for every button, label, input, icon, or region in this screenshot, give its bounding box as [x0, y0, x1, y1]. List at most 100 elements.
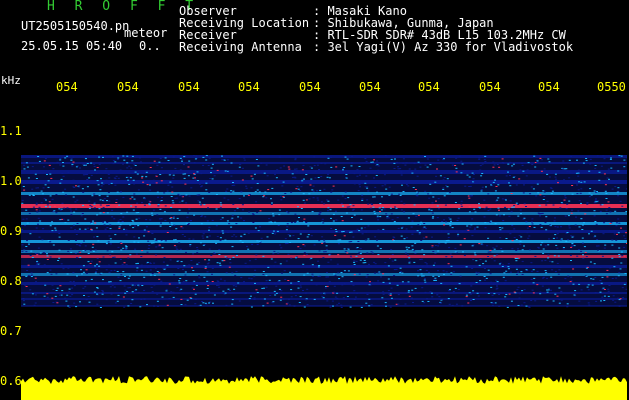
noise-speck [507, 231, 510, 233]
noise-speck [449, 225, 452, 227]
noise-speck [179, 289, 182, 291]
noise-speck [557, 273, 560, 275]
noise-speck [516, 273, 518, 275]
noise-speck [570, 235, 573, 237]
noise-speck [291, 173, 294, 175]
noise-speck [181, 160, 183, 162]
noise-speck [498, 166, 501, 168]
noise-speck [257, 230, 260, 232]
noise-speck [71, 287, 74, 289]
noise-speck [577, 175, 580, 177]
noise-speck [438, 243, 441, 245]
noise-speck [347, 197, 350, 199]
noise-speck [457, 217, 460, 219]
noise-speck [345, 177, 348, 179]
noise-speck [104, 221, 106, 223]
noise-speck [102, 207, 105, 209]
noise-speck [30, 250, 33, 252]
noise-speck [54, 229, 57, 231]
noise-speck [94, 272, 97, 274]
noise-speck [329, 209, 332, 211]
noise-speck [564, 278, 567, 280]
noise-speck [21, 202, 24, 204]
noise-speck [321, 218, 324, 220]
noise-speck [358, 184, 361, 186]
noise-speck [384, 155, 387, 157]
noise-speck [381, 297, 384, 299]
noise-speck [37, 247, 40, 249]
noise-speck [501, 158, 504, 160]
noise-speck [542, 252, 545, 254]
noise-speck [66, 273, 69, 275]
noise-speck [222, 232, 225, 234]
noise-speck [159, 157, 162, 159]
noise-speck [384, 302, 387, 304]
noise-speck [525, 269, 528, 271]
noise-speck [551, 261, 554, 263]
noise-speck [184, 304, 187, 306]
noise-speck [27, 264, 30, 266]
noise-speck [68, 291, 71, 293]
noise-speck [460, 203, 463, 205]
noise-speck [609, 158, 612, 160]
noise-speck [117, 294, 120, 296]
noise-speck [448, 247, 451, 249]
noise-speck [274, 261, 277, 263]
noise-speck [156, 300, 159, 302]
noise-speck [125, 234, 128, 236]
noise-speck [192, 181, 195, 183]
noise-speck [316, 197, 319, 199]
noise-speck [616, 233, 618, 235]
noise-speck [479, 259, 482, 260]
noise-speck [581, 237, 584, 239]
noise-speck [133, 198, 136, 200]
noise-speck [547, 257, 550, 259]
noise-speck [526, 227, 529, 229]
noise-speck [230, 162, 233, 164]
noise-speck [531, 163, 534, 165]
noise-speck [147, 231, 150, 233]
noise-speck [380, 276, 382, 278]
noise-speck [149, 189, 152, 191]
noise-speck [480, 175, 483, 177]
noise-speck [361, 199, 364, 201]
noise-speck [449, 191, 451, 193]
noise-speck [96, 287, 99, 289]
noise-speck [515, 260, 518, 262]
noise-speck [299, 296, 302, 298]
x-tick-label: 054 [56, 80, 78, 94]
noise-speck [318, 250, 321, 252]
noise-speck [284, 278, 287, 280]
noise-speck [393, 162, 396, 164]
noise-speck [606, 177, 609, 179]
noise-speck [538, 205, 541, 207]
noise-speck [86, 186, 89, 188]
noise-speck [160, 167, 163, 169]
noise-speck [256, 183, 259, 184]
noise-speck [221, 230, 224, 232]
noise-speck [523, 203, 526, 205]
noise-speck [125, 229, 128, 231]
noise-speck [543, 191, 546, 193]
noise-speck [570, 265, 573, 267]
noise-speck [330, 156, 332, 158]
noise-speck [27, 274, 30, 276]
noise-speck [64, 297, 67, 299]
noise-speck [286, 243, 289, 244]
noise-speck [163, 211, 166, 213]
noise-speck [412, 302, 414, 303]
noise-speck [509, 185, 512, 187]
noise-speck [113, 286, 116, 288]
noise-speck [149, 269, 152, 271]
noise-speck [289, 230, 291, 232]
noise-speck [290, 191, 293, 193]
noise-speck [262, 305, 265, 307]
noise-speck [106, 195, 109, 197]
noise-speck [582, 162, 585, 164]
noise-speck [542, 276, 545, 278]
noise-speck [114, 234, 117, 236]
noise-speck [106, 205, 109, 207]
noise-speck [570, 260, 572, 261]
noise-speck [195, 155, 198, 157]
noise-speck [419, 269, 422, 271]
